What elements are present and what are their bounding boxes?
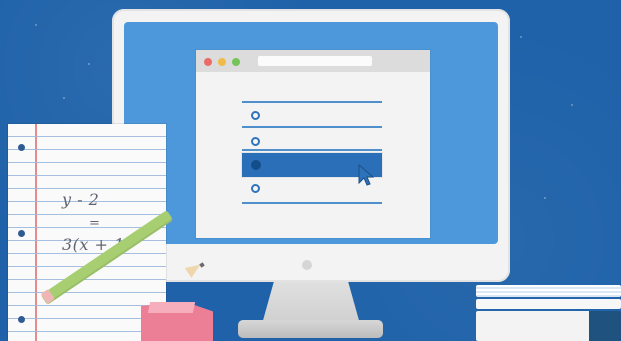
eraser-top xyxy=(147,302,196,313)
radio-button-icon[interactable] xyxy=(251,111,260,120)
quiz-separator xyxy=(242,149,382,151)
background-speck xyxy=(35,24,37,26)
middle-book xyxy=(476,299,621,309)
quiz-separator xyxy=(242,202,382,204)
background-speck xyxy=(520,36,522,38)
bottom-book xyxy=(476,311,621,341)
background-speck xyxy=(88,63,90,65)
quiz-separator xyxy=(242,126,382,128)
mouse-pointer-icon xyxy=(358,164,374,186)
illustration-scene: y - 2 = 3(x + 1) xyxy=(0,0,621,341)
monitor-power-dot xyxy=(302,260,312,270)
minimize-window-icon xyxy=(218,58,226,66)
close-window-icon xyxy=(204,58,212,66)
binder-hole xyxy=(18,316,25,323)
selected-radio-button-icon[interactable] xyxy=(251,160,261,170)
background-speck xyxy=(63,97,65,99)
monitor-stand-base xyxy=(238,320,383,338)
binder-hole xyxy=(18,144,25,151)
equation-line-1: y - 2 xyxy=(62,190,100,209)
top-book xyxy=(476,285,621,297)
monitor-stand-neck xyxy=(262,282,360,324)
equation-line-2: = xyxy=(89,216,101,231)
browser-window xyxy=(196,50,430,238)
binder-hole xyxy=(18,230,25,237)
book-stack xyxy=(476,285,621,341)
background-speck xyxy=(544,197,546,199)
background-speck xyxy=(571,104,573,106)
maximize-window-icon xyxy=(232,58,240,66)
radio-button-icon[interactable] xyxy=(251,137,260,146)
radio-button-icon[interactable] xyxy=(251,184,260,193)
address-bar[interactable] xyxy=(258,56,372,66)
browser-toolbar xyxy=(196,50,430,72)
quiz-separator xyxy=(242,101,382,103)
